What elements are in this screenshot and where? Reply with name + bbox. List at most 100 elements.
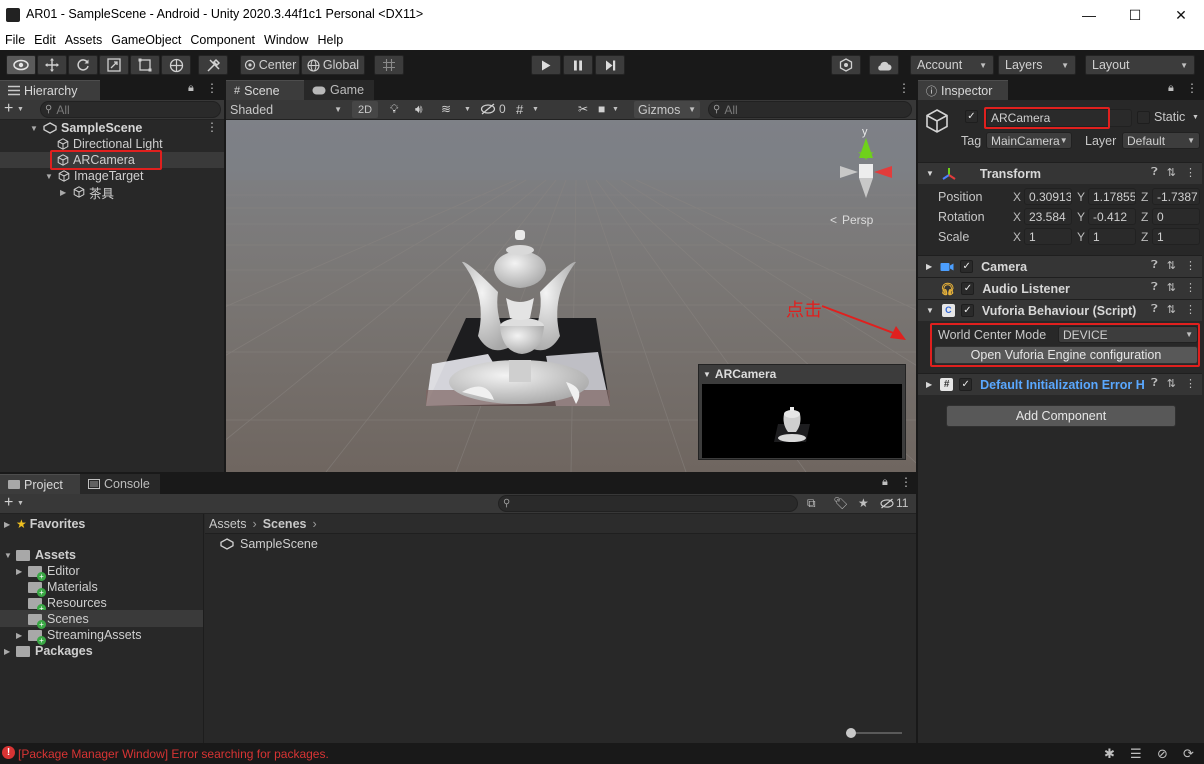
- favorites-row[interactable]: ▶ ★ Favorites: [4, 516, 85, 532]
- component-menu-icon[interactable]: ⋮: [1185, 377, 1196, 390]
- menu-gameobject[interactable]: GameObject: [111, 33, 181, 47]
- scale-z-field[interactable]: 1: [1152, 228, 1200, 245]
- lock-icon[interactable]: 🔒︎: [1168, 82, 1174, 95]
- tab-console[interactable]: Console: [80, 474, 160, 494]
- default-init-enabled-checkbox[interactable]: ✓: [959, 378, 973, 391]
- account-dropdown[interactable]: Account ▼: [910, 55, 994, 75]
- chevron-down-icon[interactable]: ▼: [612, 106, 619, 113]
- rect-tool-button[interactable]: [130, 55, 160, 75]
- preset-sliders-icon[interactable]: ⇅: [1167, 303, 1176, 316]
- audio-listener-component-header[interactable]: ▶ 🎧︎ ✓ Audio Listener ❓︎⇅⋮: [918, 277, 1202, 299]
- layout-dropdown[interactable]: Layout ▼: [1085, 55, 1195, 75]
- camera-component-header[interactable]: ▶ ✓ Camera ❓︎ ⇅ ⋮: [918, 255, 1202, 277]
- help-icon[interactable]: ❓︎: [1151, 281, 1158, 294]
- status-message[interactable]: [Package Manager Window] Error searching…: [18, 747, 329, 761]
- scene-row[interactable]: ▼ SampleScene: [30, 120, 224, 136]
- panel-menu-icon[interactable]: ⋮: [900, 475, 912, 489]
- tab-inspector[interactable]: ⓘ Inspector: [918, 80, 1008, 100]
- shading-mode-dropdown[interactable]: Shaded ▼: [226, 100, 346, 119]
- effects-layers-icon[interactable]: ≋: [441, 102, 451, 116]
- audio-speaker-icon[interactable]: 🔊︎: [415, 102, 423, 117]
- tag-dropdown[interactable]: MainCamera ▼: [986, 132, 1072, 149]
- filter-by-type-icon[interactable]: ⧉: [807, 496, 816, 511]
- panel-menu-icon[interactable]: ⋮: [1186, 81, 1198, 95]
- tools-icon[interactable]: ✂︎: [578, 102, 588, 116]
- component-menu-icon[interactable]: ⋮: [1185, 303, 1196, 316]
- help-icon[interactable]: ❓︎: [1151, 166, 1158, 179]
- minimize-button[interactable]: —: [1066, 0, 1112, 30]
- lock-icon[interactable]: 🔒︎: [188, 82, 194, 95]
- collapse-triangle-icon[interactable]: ▶: [4, 520, 13, 529]
- 2d-toggle-button[interactable]: 2D: [352, 101, 378, 118]
- debug-bug-icon[interactable]: ✱: [1104, 746, 1115, 762]
- pivot-mode-button[interactable]: Center: [240, 55, 300, 75]
- camera-settings-icon[interactable]: ■: [598, 102, 605, 116]
- default-init-component-header[interactable]: ▶ # ✓ Default Initialization Error H ❓︎ ⇅…: [918, 373, 1202, 395]
- vuforia-enabled-checkbox[interactable]: ✓: [960, 304, 974, 317]
- scale-tool-button[interactable]: [99, 55, 129, 75]
- rotation-z-field[interactable]: 0: [1152, 208, 1200, 225]
- menu-help[interactable]: Help: [317, 33, 343, 47]
- lighting-bulb-icon[interactable]: 💡︎: [390, 102, 398, 117]
- pivot-space-button[interactable]: Global: [301, 55, 365, 75]
- expand-triangle-icon[interactable]: ▼: [926, 306, 934, 315]
- layer-dropdown[interactable]: Default ▼: [1122, 132, 1200, 149]
- auto-generate-lighting-icon[interactable]: ⊘: [1157, 746, 1168, 762]
- menu-edit[interactable]: Edit: [34, 33, 56, 47]
- component-menu-icon[interactable]: ⋮: [1185, 259, 1196, 272]
- view-tool-button[interactable]: [6, 55, 36, 75]
- chevron-down-icon[interactable]: ▼: [17, 106, 24, 113]
- active-checkbox[interactable]: ✓: [965, 110, 978, 123]
- folder-scenes[interactable]: + Scenes: [28, 611, 89, 629]
- folder-editor[interactable]: ▶ + Editor: [16, 563, 80, 581]
- collapse-triangle-icon[interactable]: ▶: [926, 262, 932, 271]
- expand-triangle-icon[interactable]: ▼: [926, 169, 934, 178]
- create-plus-icon[interactable]: +: [4, 100, 13, 118]
- preset-sliders-icon[interactable]: ⇅: [1167, 259, 1176, 272]
- rotate-tool-button[interactable]: [68, 55, 98, 75]
- help-icon[interactable]: ❓︎: [1151, 377, 1158, 390]
- create-plus-icon[interactable]: +: [4, 494, 13, 512]
- collapse-triangle-icon[interactable]: ▶: [926, 380, 932, 389]
- project-search-input[interactable]: ⚲: [498, 495, 798, 512]
- open-vuforia-config-button[interactable]: Open Vuforia Engine configuration: [934, 346, 1198, 364]
- scene-search-input[interactable]: ⚲ All: [708, 101, 912, 118]
- rotation-y-field[interactable]: -0.412: [1088, 208, 1136, 225]
- component-menu-icon[interactable]: ⋮: [1185, 281, 1196, 294]
- custom-tool-button[interactable]: [198, 55, 228, 75]
- scale-y-field[interactable]: 1: [1088, 228, 1136, 245]
- menu-window[interactable]: Window: [264, 33, 308, 47]
- audio-listener-enabled-checkbox[interactable]: ✓: [961, 282, 975, 295]
- cache-server-icon[interactable]: ☰: [1130, 746, 1142, 762]
- preset-sliders-icon[interactable]: ⇅: [1167, 166, 1176, 179]
- panel-menu-icon[interactable]: ⋮: [898, 81, 910, 95]
- file-item-samplescene[interactable]: SampleScene: [220, 536, 318, 552]
- chevron-down-icon[interactable]: ▼: [532, 106, 539, 113]
- position-z-field[interactable]: -1.7387: [1152, 188, 1200, 205]
- tab-scene[interactable]: # Scene: [226, 80, 304, 100]
- step-button[interactable]: [595, 55, 625, 75]
- camera-preview-header[interactable]: ▼ ARCamera: [703, 367, 776, 381]
- menu-assets[interactable]: Assets: [65, 33, 103, 47]
- tab-project[interactable]: Project: [0, 474, 80, 494]
- expand-triangle-icon[interactable]: ▼: [4, 551, 13, 560]
- world-center-mode-dropdown[interactable]: DEVICE ▼: [1058, 326, 1198, 343]
- component-menu-icon[interactable]: ⋮: [1185, 166, 1196, 179]
- collapse-triangle-icon[interactable]: ▶: [4, 647, 13, 656]
- folder-materials[interactable]: + Materials: [28, 579, 98, 597]
- expand-triangle-icon[interactable]: ▼: [30, 124, 39, 133]
- chevron-down-icon[interactable]: ▼: [464, 106, 471, 113]
- close-button[interactable]: ✕: [1158, 0, 1204, 30]
- play-button[interactable]: [531, 55, 561, 75]
- chevron-down-icon[interactable]: ▼: [1192, 114, 1199, 121]
- add-component-button[interactable]: Add Component: [946, 405, 1176, 427]
- grid-visibility-icon[interactable]: #: [516, 102, 523, 117]
- slider-thumb[interactable]: [846, 728, 856, 738]
- rotation-x-field[interactable]: 23.584: [1024, 208, 1072, 225]
- collab-button[interactable]: [831, 55, 861, 75]
- help-icon[interactable]: ❓︎: [1151, 303, 1158, 316]
- menu-file[interactable]: File: [5, 33, 25, 47]
- breadcrumb-scenes[interactable]: Scenes: [263, 517, 307, 531]
- vuforia-behaviour-component-header[interactable]: ▼ C ✓ Vuforia Behaviour (Script) ❓︎ ⇅ ⋮: [918, 299, 1202, 321]
- expand-triangle-icon[interactable]: ▼: [703, 370, 711, 379]
